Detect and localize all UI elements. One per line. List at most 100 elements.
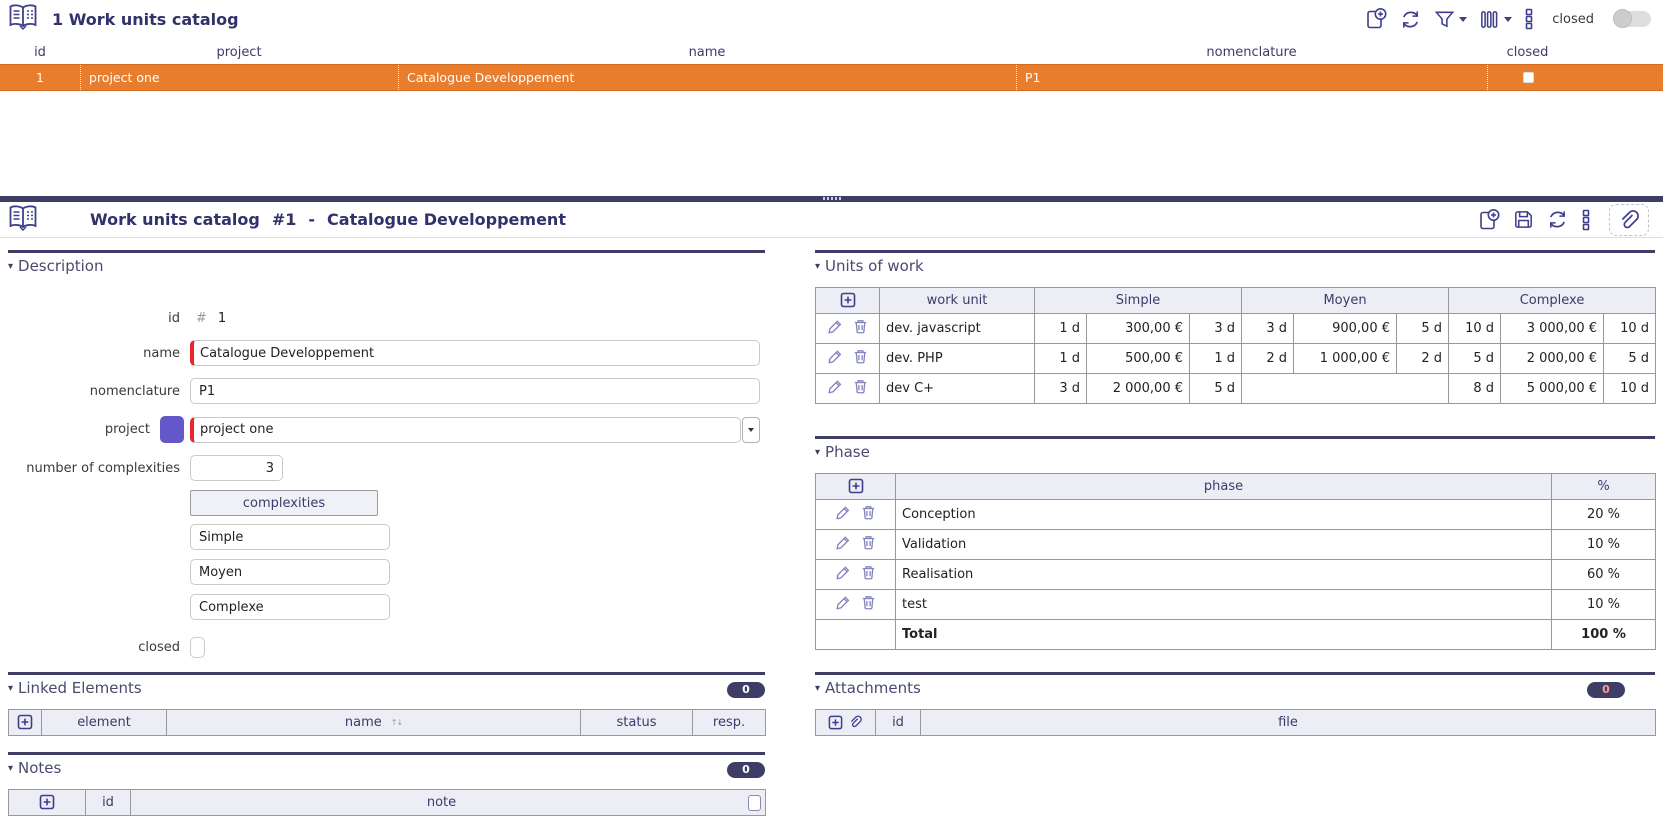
detail-title-prefix: Work units catalog: [90, 210, 260, 229]
cell-value: 3 000,00 €: [1500, 313, 1605, 344]
units-of-work-section: ▾ Units of work work unit Simple Moyen Co…: [815, 250, 1657, 404]
edit-button[interactable]: [835, 594, 852, 615]
cell-nomenclature: P1: [1016, 65, 1487, 90]
sort-icon[interactable]: ↑↓: [391, 718, 403, 727]
add-row-button[interactable]: [840, 294, 856, 309]
delete-button[interactable]: [860, 594, 877, 615]
edit-button[interactable]: [827, 378, 844, 399]
cell-value: 1 d: [1034, 313, 1087, 344]
phase-section-header[interactable]: ▾ Phase: [815, 436, 1655, 467]
column-header-nomenclature[interactable]: nomenclature: [1016, 45, 1487, 60]
column-header-percent[interactable]: %: [1551, 473, 1656, 500]
attachments-section: ▾ Attachments 0 id file: [815, 672, 1656, 736]
table-row-selected[interactable]: 1 project one Catalogue Developpement P1: [0, 64, 1663, 91]
total-percent: 100 %: [1551, 619, 1656, 650]
description-section-header[interactable]: ▾ Description: [8, 250, 765, 281]
closed-filter-toggle[interactable]: [1613, 9, 1651, 28]
edit-button[interactable]: [835, 564, 852, 585]
column-header-name[interactable]: name: [398, 45, 1016, 60]
cell-value: 2 d: [1395, 343, 1450, 374]
list-title: 1 Work units catalog: [52, 9, 239, 29]
cell-phase: test: [895, 589, 1552, 620]
add-row-button[interactable]: [17, 716, 33, 731]
name-label: name: [143, 345, 180, 361]
name-field[interactable]: [190, 340, 760, 366]
column-header-project[interactable]: project: [80, 45, 398, 60]
refresh-button[interactable]: [1399, 8, 1422, 31]
edit-button[interactable]: [827, 318, 844, 339]
complexity-2-field[interactable]: [190, 559, 390, 585]
delete-button[interactable]: [860, 534, 877, 555]
cell-value: 900,00 €: [1293, 313, 1397, 344]
notes-filter-checkbox[interactable]: [748, 794, 761, 811]
cell-value: 3 d: [1241, 313, 1294, 344]
attachments-section-header[interactable]: ▾ Attachments 0: [815, 672, 1655, 703]
cell-value: 3 d: [1189, 313, 1242, 344]
cell-value: 5 d: [1189, 373, 1242, 404]
cell-project: project one: [80, 65, 398, 90]
list-pane-header: 1 Work units catalog closed: [0, 0, 1663, 38]
columns-button[interactable]: [1478, 8, 1513, 31]
add-button[interactable]: [1477, 208, 1501, 232]
column-header-id[interactable]: id: [0, 45, 80, 60]
save-button[interactable]: [1512, 208, 1535, 231]
column-header-status[interactable]: status: [580, 709, 693, 736]
add-attachment-button[interactable]: [828, 715, 843, 731]
column-header-id[interactable]: id: [875, 709, 921, 736]
complexity-1-field[interactable]: [190, 524, 390, 550]
linked-elements-section-header[interactable]: ▾ Linked Elements 0: [8, 672, 765, 703]
total-label: Total: [895, 619, 1552, 650]
project-field[interactable]: [190, 416, 741, 443]
notes-table: id note: [8, 789, 766, 816]
project-dropdown-button[interactable]: [742, 416, 760, 443]
add-row-button[interactable]: [848, 480, 864, 495]
nomenclature-field[interactable]: [190, 378, 760, 404]
complexities-header-button[interactable]: complexities: [190, 490, 378, 516]
column-header-closed[interactable]: closed: [1487, 45, 1568, 60]
linked-elements-table: element name ↑↓ status resp.: [8, 709, 766, 736]
delete-button[interactable]: [852, 378, 869, 399]
column-header-work-unit[interactable]: work unit: [879, 287, 1035, 314]
cell-value: 1 d: [1189, 343, 1242, 374]
edit-button[interactable]: [835, 504, 852, 525]
column-header-moyen[interactable]: Moyen: [1240, 287, 1450, 314]
column-header-phase[interactable]: phase: [895, 473, 1552, 500]
add-button[interactable]: [1364, 7, 1388, 31]
column-header-complexe[interactable]: Complexe: [1448, 287, 1657, 314]
column-header-element[interactable]: element: [41, 709, 167, 736]
paperclip-icon[interactable]: [848, 715, 863, 731]
column-header-simple[interactable]: Simple: [1034, 287, 1242, 314]
edit-button[interactable]: [835, 534, 852, 555]
more-menu-button[interactable]: [1523, 7, 1535, 31]
delete-button[interactable]: [852, 318, 869, 339]
refresh-button[interactable]: [1546, 208, 1569, 231]
section-title: Description: [18, 257, 104, 275]
units-of-work-section-header[interactable]: ▾ Units of work: [815, 250, 1655, 281]
closed-checkbox[interactable]: [1522, 72, 1534, 83]
complexity-3-field[interactable]: [190, 594, 390, 620]
more-menu-button[interactable]: [1580, 208, 1592, 232]
phase-table: phase % Conception 20 % Validation 10 % …: [815, 473, 1656, 650]
add-note-button[interactable]: [39, 796, 55, 811]
linked-elements-section: ▾ Linked Elements 0 element name ↑↓ status…: [8, 672, 766, 736]
delete-button[interactable]: [860, 564, 877, 585]
complexity-2-row: [8, 559, 765, 585]
cell-value: 500,00 €: [1086, 343, 1190, 374]
filter-button[interactable]: [1433, 8, 1468, 31]
attach-file-button[interactable]: [1609, 203, 1649, 236]
column-header-name[interactable]: name ↑↓: [166, 709, 581, 736]
column-header-id[interactable]: id: [85, 789, 131, 816]
work-units-catalog-icon: [8, 3, 38, 35]
number-of-complexities-row: number of complexities: [8, 455, 765, 481]
column-header-file[interactable]: file: [920, 709, 1656, 736]
column-header-resp[interactable]: resp.: [692, 709, 766, 736]
detail-header: Work units catalog #1 - Catalogue Develo…: [0, 202, 1663, 238]
delete-button[interactable]: [852, 348, 869, 369]
column-header-note[interactable]: note: [130, 789, 766, 816]
closed-checkbox[interactable]: [190, 637, 205, 658]
attachments-table: id file: [815, 709, 1656, 736]
number-of-complexities-field[interactable]: [190, 455, 283, 481]
notes-section-header[interactable]: ▾ Notes 0: [8, 752, 765, 783]
edit-button[interactable]: [827, 348, 844, 369]
delete-button[interactable]: [860, 504, 877, 525]
